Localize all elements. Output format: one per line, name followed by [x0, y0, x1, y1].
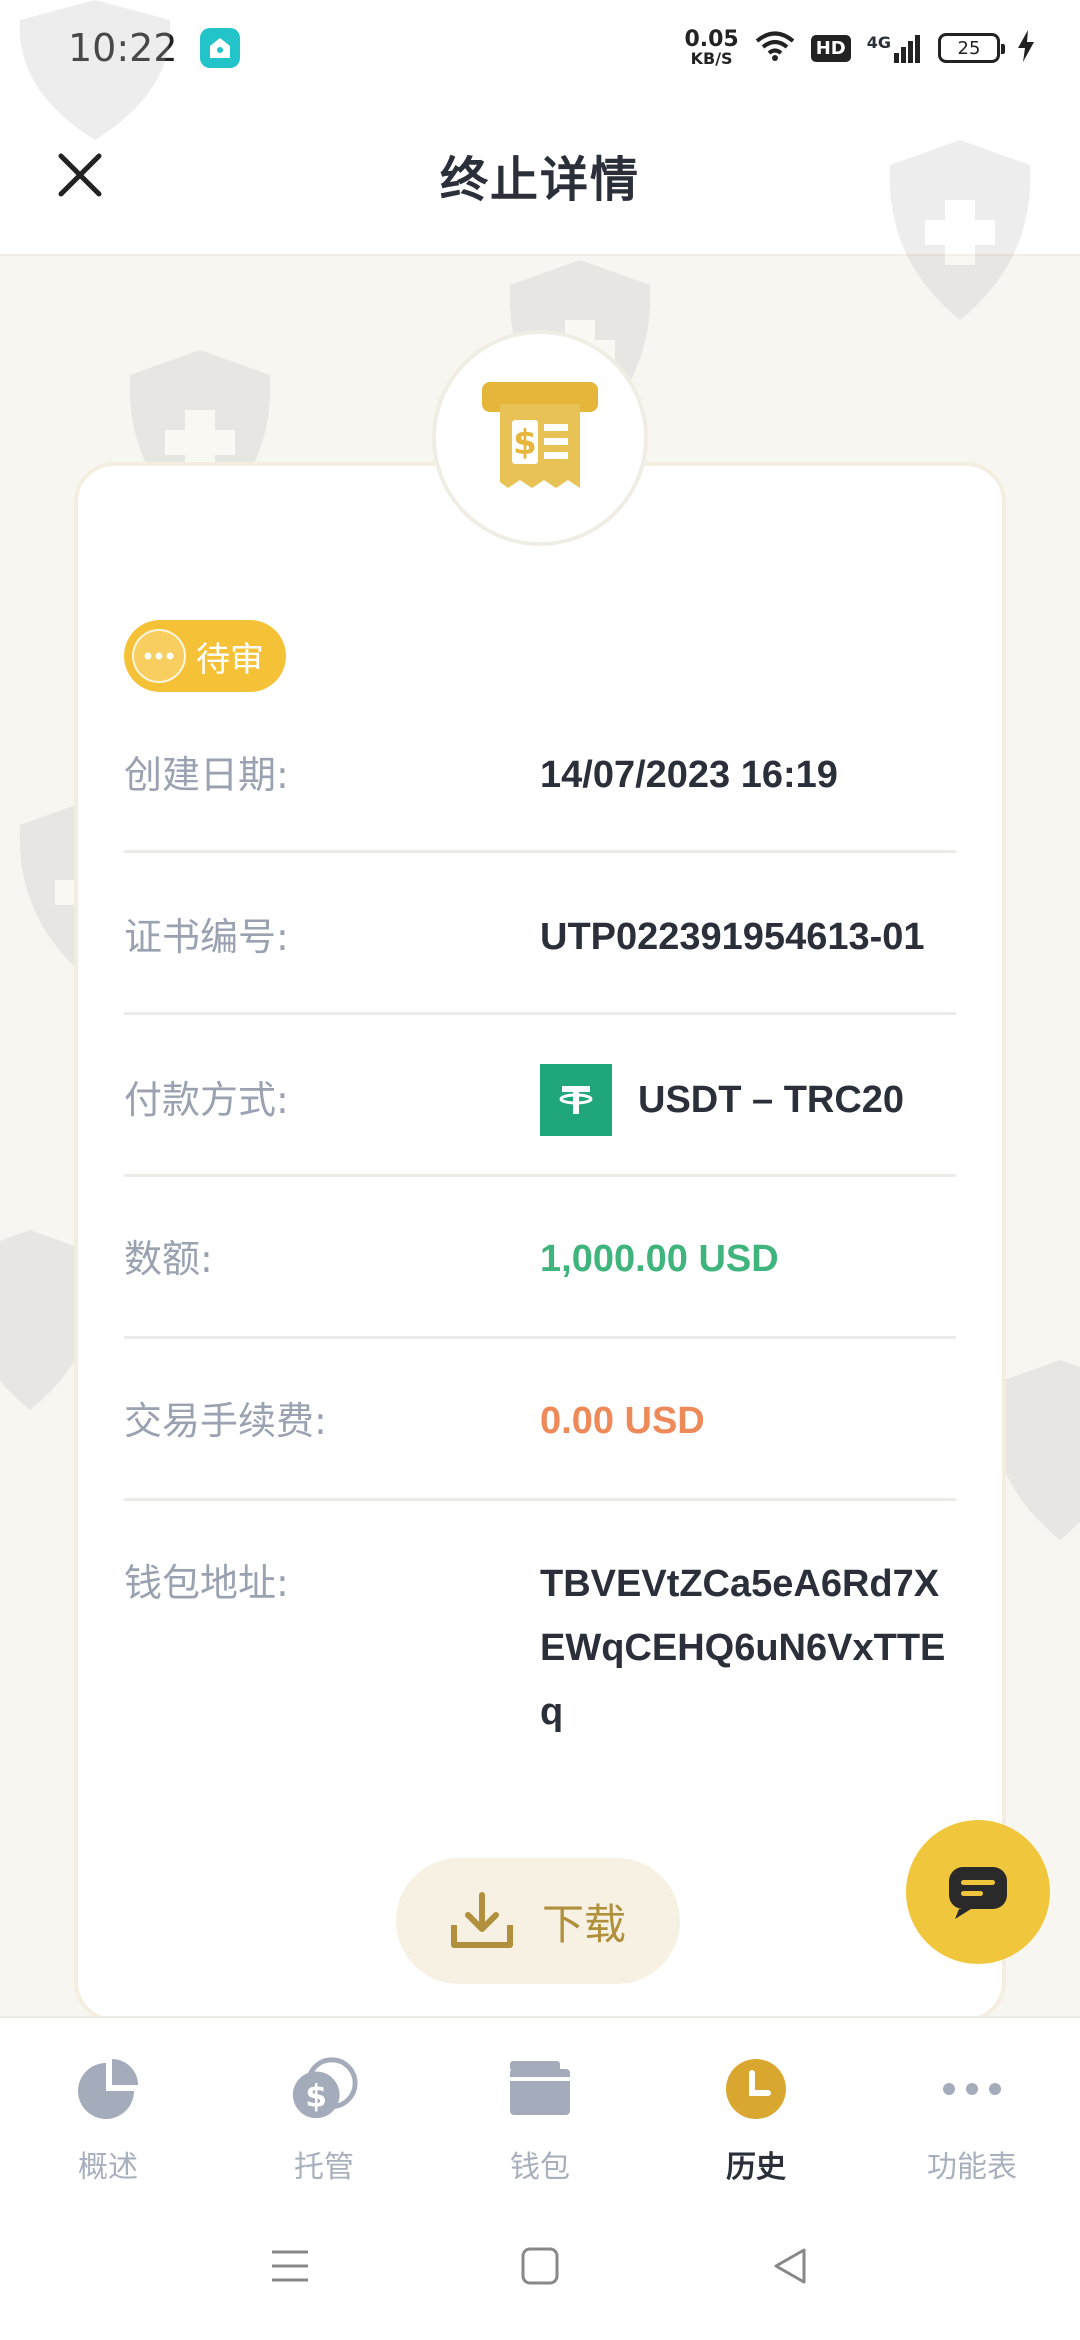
- divider: [124, 1174, 956, 1177]
- detail-row-fee: 交易手续费: 0.00 USD: [124, 1390, 956, 1452]
- network-type: 4G: [866, 33, 891, 52]
- chat-support-button[interactable]: [906, 1820, 1050, 1964]
- usdt-logo-icon: [540, 1064, 612, 1136]
- svg-text:$: $: [513, 423, 537, 463]
- system-nav-bar: [0, 2196, 1080, 2340]
- home-icon[interactable]: [520, 2246, 560, 2290]
- nav-item-menu[interactable]: 功能表: [864, 2018, 1080, 2196]
- nav-item-overview[interactable]: 概述: [0, 2018, 216, 2196]
- row-value: UTP022391954613-01: [540, 916, 925, 958]
- row-value: 14/07/2023 16:19: [540, 754, 838, 796]
- back-icon[interactable]: [770, 2246, 810, 2290]
- bottom-nav: 概述 $ 托管 钱包 历史 功能表: [0, 2016, 1080, 2196]
- chat-icon: [949, 1867, 1007, 1919]
- close-button[interactable]: [50, 145, 110, 205]
- status-label: 待审: [196, 639, 264, 680]
- coins-icon: $: [289, 2054, 359, 2124]
- row-label: 交易手续费:: [124, 1399, 327, 1443]
- row-value: USDT – TRC20: [540, 1064, 956, 1136]
- charging-icon: [1016, 30, 1036, 66]
- amount-value: 1,000.00 USD: [540, 1238, 779, 1280]
- download-icon: [450, 1892, 513, 1948]
- payment-method-value: USDT – TRC20: [638, 1079, 905, 1121]
- svg-text:$: $: [305, 2079, 327, 2115]
- menu-icon[interactable]: [270, 2248, 310, 2288]
- row-label: 证书编号:: [124, 915, 289, 959]
- nav-label: 历史: [726, 2150, 786, 2185]
- receipt-badge: $: [432, 330, 648, 546]
- page-title: 终止详情: [439, 152, 640, 208]
- pie-chart-icon: [73, 2054, 143, 2124]
- nav-label: 概述: [78, 2150, 138, 2185]
- more-icon: [937, 2054, 1007, 2124]
- row-label: 付款方式:: [124, 1078, 289, 1122]
- close-icon: [58, 153, 102, 197]
- nav-item-custody[interactable]: $ 托管: [216, 2018, 432, 2196]
- nav-label: 托管: [294, 2150, 354, 2185]
- detail-row-certificate-number: 证书编号: UTP022391954613-01: [124, 906, 956, 968]
- nav-item-history[interactable]: 历史: [648, 2018, 864, 2196]
- cellular-signal-icon: 4G: [867, 33, 922, 63]
- download-label: 下载: [541, 1899, 626, 1949]
- hd-badge: HD: [810, 34, 851, 62]
- battery-indicator: 25: [938, 33, 1005, 63]
- status-time: 10:22: [68, 26, 178, 70]
- divider: [124, 1012, 956, 1015]
- nav-label: 钱包: [510, 2150, 570, 2185]
- detail-row-amount: 数额: 1,000.00 USD: [124, 1228, 956, 1290]
- row-label: 数额:: [124, 1237, 213, 1281]
- detail-row-created-date: 创建日期: 14/07/2023 16:19: [124, 744, 956, 806]
- receipt-icon: $: [482, 382, 598, 488]
- net-speed: 0.05 KB/S: [684, 29, 738, 67]
- status-badge: 待审: [124, 620, 286, 692]
- status-bar: 10:22 0.05 KB/S HD 4G 25: [0, 0, 1080, 96]
- pending-dots-icon: [132, 629, 186, 683]
- wallet-address-value: TBVEVtZCa5eA6Rd7XEWqCEHQ6uN6VxTTEq: [540, 1563, 946, 1733]
- net-speed-unit: KB/S: [690, 49, 733, 68]
- row-label: 创建日期:: [124, 753, 289, 797]
- divider: [124, 1498, 956, 1501]
- detail-row-payment-method: 付款方式: USDT – TRC20: [124, 1064, 956, 1136]
- clock-icon: [721, 2054, 791, 2124]
- wallet-icon: [505, 2054, 575, 2124]
- nav-label: 功能表: [927, 2150, 1017, 2185]
- divider: [124, 1336, 956, 1339]
- net-speed-value: 0.05: [684, 27, 739, 52]
- row-label: 钱包地址:: [124, 1561, 289, 1605]
- header: 终止详情: [0, 96, 1080, 256]
- wifi-icon: [755, 30, 795, 66]
- divider: [124, 850, 956, 853]
- download-button[interactable]: 下载: [396, 1858, 680, 1984]
- app-notification-icon: [199, 28, 240, 68]
- nav-item-wallet[interactable]: 钱包: [432, 2018, 648, 2196]
- fee-value: 0.00 USD: [540, 1400, 705, 1442]
- detail-row-wallet-address: 钱包地址: TBVEVtZCa5eA6Rd7XEWqCEHQ6uN6VxTTEq: [124, 1552, 956, 1744]
